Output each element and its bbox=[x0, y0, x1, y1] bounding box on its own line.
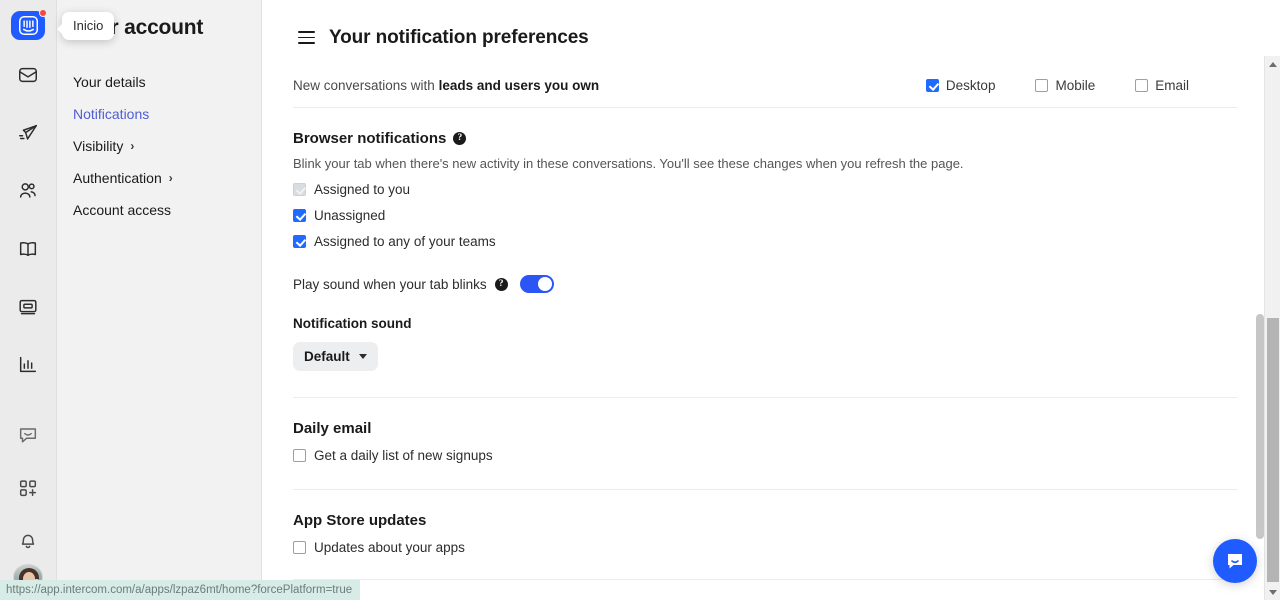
section-title: App Store updates bbox=[293, 512, 427, 529]
hamburger-icon[interactable] bbox=[298, 31, 315, 44]
new-conversations-emphasis: leads and users you own bbox=[438, 78, 600, 93]
sidebar-item-label: Visibility bbox=[73, 138, 124, 154]
sidebar-item-account-access[interactable]: Account access bbox=[57, 194, 261, 226]
scroll-down-arrow-icon[interactable] bbox=[1265, 584, 1280, 600]
new-conversations-prefix: New conversations with bbox=[293, 78, 439, 93]
tooltip-inicio: Inicio bbox=[56, 12, 115, 40]
play-sound-label: Play sound when your tab blinks bbox=[293, 276, 487, 292]
sidebar-item-visibility[interactable]: Visibility › bbox=[57, 130, 261, 162]
option-label: Assigned to you bbox=[314, 182, 411, 197]
page-scrollbar-thumb[interactable] bbox=[1267, 318, 1279, 582]
sidebar-item-authentication[interactable]: Authentication › bbox=[57, 162, 261, 194]
form-actions: Save Privacy Policy bbox=[293, 580, 1222, 600]
content-title: Your notification preferences bbox=[329, 26, 589, 48]
content-header: Your notification preferences bbox=[262, 0, 1280, 56]
option-assigned-to-teams[interactable]: Assigned to any of your teams bbox=[293, 234, 1222, 249]
sidebar-item-label: Your details bbox=[73, 74, 146, 90]
send-icon[interactable] bbox=[9, 114, 47, 152]
channel-label: Desktop bbox=[945, 78, 996, 93]
browser-notifications-section: Browser notifications ? Blink your tab w… bbox=[293, 108, 1222, 371]
option-assigned-to-you: Assigned to you bbox=[293, 182, 1222, 197]
checkbox-desktop[interactable] bbox=[925, 79, 939, 92]
channel-label: Email bbox=[1155, 78, 1189, 93]
checkbox-email[interactable] bbox=[1135, 79, 1149, 92]
new-conversations-row: New conversations with leads and users y… bbox=[293, 56, 1237, 108]
section-description: Blink your tab when there's new activity… bbox=[293, 156, 964, 171]
channel-mobile[interactable]: Mobile bbox=[1035, 78, 1095, 93]
channel-email[interactable]: Email bbox=[1135, 78, 1189, 93]
settings-content: New conversations with leads and users y… bbox=[262, 56, 1237, 600]
checkbox-assigned-to-teams[interactable] bbox=[293, 235, 306, 248]
section-title: Daily email bbox=[293, 420, 372, 437]
notification-sound-value: Default bbox=[304, 349, 350, 364]
option-unassigned[interactable]: Unassigned bbox=[293, 208, 1222, 223]
toggle-knob bbox=[537, 277, 552, 291]
news-icon[interactable] bbox=[9, 288, 47, 326]
primary-icon-rail bbox=[0, 0, 57, 600]
inner-scrollbar-thumb[interactable] bbox=[1256, 314, 1264, 539]
messenger-icon[interactable] bbox=[9, 416, 47, 454]
checkbox-app-updates[interactable] bbox=[293, 541, 306, 554]
play-sound-toggle[interactable] bbox=[519, 275, 554, 293]
checkbox-assigned-to-you bbox=[293, 183, 306, 196]
option-label: Updates about your apps bbox=[314, 540, 465, 555]
sidebar-item-label: Authentication bbox=[73, 170, 162, 186]
help-icon[interactable]: ? bbox=[494, 277, 508, 291]
main-content-panel: Your notification preferences New conver… bbox=[262, 0, 1280, 600]
option-app-updates[interactable]: Updates about your apps bbox=[293, 540, 1222, 555]
sidebar-item-label: Notifications bbox=[73, 106, 150, 122]
intercom-logo[interactable] bbox=[11, 9, 47, 41]
channel-label: Mobile bbox=[1055, 78, 1096, 93]
settings-nav-list: Your details Notifications Visibility › … bbox=[57, 66, 261, 226]
option-label: Unassigned bbox=[314, 208, 386, 223]
app-store-updates-section: App Store updates Updates about your app… bbox=[293, 490, 1222, 555]
channel-checkbox-group: Desktop Mobile Email bbox=[925, 78, 1221, 93]
option-label: Assigned to any of your teams bbox=[314, 234, 496, 249]
apps-add-icon[interactable] bbox=[9, 469, 47, 507]
sidebar-item-your-details[interactable]: Your details bbox=[57, 66, 261, 98]
page-scrollbar-track[interactable] bbox=[1264, 56, 1280, 600]
status-bar-url: https://app.intercom.com/a/apps/lzpaz6mt… bbox=[0, 580, 361, 600]
chevron-right-icon: › bbox=[168, 171, 173, 185]
app-root: Your account Your details Notifications … bbox=[0, 0, 1280, 600]
checkbox-unassigned[interactable] bbox=[293, 209, 306, 222]
contacts-icon[interactable] bbox=[9, 172, 47, 210]
option-daily-signups[interactable]: Get a daily list of new signups bbox=[293, 448, 1222, 463]
option-label: Get a daily list of new signups bbox=[314, 448, 493, 463]
scroll-up-arrow-icon[interactable] bbox=[1265, 56, 1280, 72]
daily-email-section: Daily email Get a daily list of new sign… bbox=[293, 398, 1222, 463]
checkbox-daily-signups[interactable] bbox=[293, 449, 306, 462]
notification-dot-badge bbox=[39, 9, 47, 17]
inbox-icon[interactable] bbox=[9, 56, 47, 94]
play-sound-row: Play sound when your tab blinks ? bbox=[293, 275, 1222, 293]
new-conversations-label: New conversations with leads and users y… bbox=[293, 78, 599, 93]
reports-icon[interactable] bbox=[9, 346, 47, 384]
chevron-down-icon bbox=[358, 354, 367, 359]
book-icon[interactable] bbox=[9, 230, 47, 268]
settings-sidebar: Your account Your details Notifications … bbox=[57, 0, 262, 600]
notification-sound-select[interactable]: Default bbox=[293, 342, 378, 371]
help-icon[interactable]: ? bbox=[453, 132, 467, 145]
notification-sound-label: Notification sound bbox=[293, 316, 412, 331]
rail-icon-list bbox=[9, 56, 47, 564]
browser-notifications-header: Browser notifications ? bbox=[293, 130, 1222, 147]
intercom-messenger-launcher[interactable] bbox=[1213, 539, 1257, 583]
section-title: Browser notifications bbox=[293, 130, 447, 147]
channel-desktop[interactable]: Desktop bbox=[925, 78, 996, 93]
bell-icon[interactable] bbox=[9, 521, 47, 559]
inner-scrollbar-track[interactable] bbox=[1256, 56, 1264, 600]
sidebar-item-notifications[interactable]: Notifications bbox=[57, 98, 261, 130]
sidebar-item-label: Account access bbox=[73, 202, 172, 218]
checkbox-mobile[interactable] bbox=[1035, 79, 1049, 92]
chevron-right-icon: › bbox=[130, 139, 135, 153]
settings-scroll-area: New conversations with leads and users y… bbox=[262, 56, 1280, 600]
